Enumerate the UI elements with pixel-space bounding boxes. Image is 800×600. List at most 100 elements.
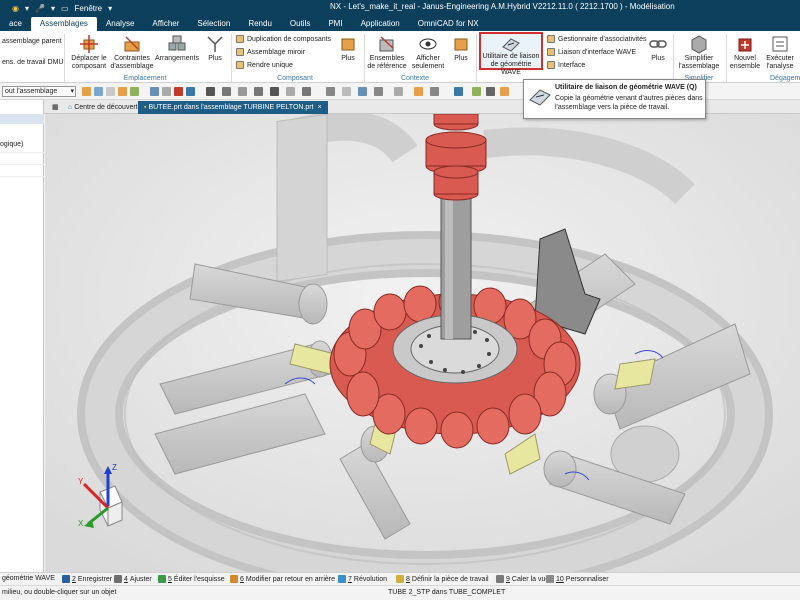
cmd-personnaliser[interactable]: 10 Personnaliser <box>546 575 609 583</box>
snap-point-icon[interactable] <box>286 87 295 96</box>
microphone-icon[interactable]: 🎤 <box>35 4 45 13</box>
snap-point-icon[interactable] <box>270 87 279 96</box>
assemblage-parent-item[interactable]: assemblage parent <box>2 38 62 45</box>
recent-commands-bar: géométrie WAVE 2 Enregistrer 4 Ajuster 5 Éd… <box>0 572 800 585</box>
tab-ace[interactable]: ace <box>0 17 31 31</box>
filter-icon[interactable] <box>82 87 91 96</box>
snap-point-icon[interactable] <box>222 87 231 96</box>
arrangements-button[interactable]: Arrangements <box>154 34 200 63</box>
point-icon[interactable] <box>130 87 139 96</box>
assemblage-miroir-button[interactable]: Assemblage miroir <box>236 48 305 56</box>
view-icon[interactable] <box>150 87 159 96</box>
navigator-row[interactable] <box>0 176 44 185</box>
graphics-viewport[interactable]: Z Y X <box>45 114 800 572</box>
contraintes-assemblage-button[interactable]: Contraintes d'assemblage <box>110 34 154 71</box>
cmd-definir-piece[interactable]: 8 Définir la pièce de travail <box>396 575 489 583</box>
app-icon[interactable]: ◉ <box>12 4 19 13</box>
cmd-caler-vue[interactable]: 9 Caler la vue <box>496 575 549 583</box>
plus-button-contexte[interactable]: Plus <box>448 34 474 63</box>
window-title: NX - Let's_make_it_real - Janus-Engineer… <box>330 2 675 11</box>
chevron-down-icon: ▾ <box>70 88 74 95</box>
tab-butee-part[interactable]: ▪ BUTEE.prt dans l'assemblage TURBINE PE… <box>138 101 328 114</box>
plus-button-composant[interactable]: Plus <box>334 34 362 63</box>
simplifier-assemblage-button[interactable]: Simplifier l'assemblage <box>676 34 722 71</box>
nouvel-ensemble-button[interactable]: Nouvel ensemble <box>728 34 762 71</box>
tab-afficher[interactable]: Afficher <box>143 17 188 31</box>
selection-scope-select[interactable]: out l'assemblage ▾ <box>2 86 76 97</box>
executer-analyse-button[interactable]: Exécuter l'analyse <box>762 34 798 71</box>
tab-selection[interactable]: Sélection <box>188 17 239 31</box>
render-icon[interactable] <box>342 87 351 96</box>
cmd-editer-esquisse[interactable]: 5 Éditer l'esquisse <box>158 575 225 583</box>
deplacer-composant-button[interactable]: Déplacer le composant <box>68 34 110 71</box>
view-orientation-icon[interactable] <box>394 87 403 96</box>
ribbon-separator <box>673 34 674 82</box>
plus-button-wave[interactable]: Plus <box>645 34 671 63</box>
snap-point-icon[interactable] <box>254 87 263 96</box>
more-icon <box>454 38 468 51</box>
navigator-panel: ogique) <box>0 100 44 572</box>
view-icon[interactable] <box>174 87 183 96</box>
ens-travail-dmu-item[interactable]: ens. de travail DMU <box>2 59 63 66</box>
part-icon[interactable] <box>430 87 439 96</box>
plus-button-emplacement[interactable]: Plus <box>202 34 228 63</box>
cmd-enregistrer[interactable]: 2 Enregistrer <box>62 575 112 583</box>
interface-button[interactable]: Interface <box>547 61 585 69</box>
part-icon[interactable] <box>414 87 423 96</box>
tab-outils[interactable]: Outils <box>281 17 319 31</box>
pencil-icon[interactable] <box>472 87 481 96</box>
group-label-composant: Composant <box>277 75 313 82</box>
dropdown-icon[interactable]: ▾ <box>108 4 112 13</box>
unique-icon <box>236 61 244 69</box>
snap-point-icon[interactable] <box>206 87 215 96</box>
tab-analyse[interactable]: Analyse <box>97 17 143 31</box>
cmd-modifier-retour[interactable]: 6 Modifier par retour en arrière <box>230 575 335 583</box>
dropdown-icon[interactable]: ▾ <box>51 4 55 13</box>
render-icon[interactable] <box>374 87 383 96</box>
snap-point-icon[interactable] <box>302 87 311 96</box>
gestionnaire-associativites-button[interactable]: Gestionnaire d'associativités <box>547 35 647 43</box>
line-icon[interactable] <box>486 87 495 96</box>
navigator-row[interactable] <box>0 152 44 161</box>
snap-icon[interactable] <box>106 87 115 96</box>
tool-icon[interactable] <box>500 87 509 96</box>
cmd-geometrie-wave[interactable]: géométrie WAVE <box>2 575 55 582</box>
cmd-ajuster[interactable]: 4 Ajuster <box>114 575 152 583</box>
tab-centre-decouverte[interactable]: ⌂ Centre de découverte <box>62 101 148 114</box>
render-icon[interactable] <box>358 87 367 96</box>
part-icon: ▪ <box>144 104 147 111</box>
view-icon[interactable] <box>162 87 171 96</box>
component-icon[interactable] <box>118 87 127 96</box>
duplication-composants-button[interactable]: Duplication de composants <box>236 35 331 43</box>
tab-application[interactable]: Application <box>352 17 409 31</box>
tab-assemblages[interactable]: Assemblages <box>30 17 97 31</box>
liaison-interface-wave-button[interactable]: Liaison d'interface WAVE <box>547 48 636 56</box>
select-icon[interactable] <box>94 87 103 96</box>
menu-bar: ace Assemblages Analyse Afficher Sélecti… <box>0 16 800 31</box>
dropdown-icon[interactable]: ▾ <box>25 4 29 13</box>
window-menu[interactable]: Fenêtre <box>75 4 103 13</box>
tab-omnicad[interactable]: OmniCAD for NX <box>409 17 488 31</box>
snap-point-icon[interactable] <box>238 87 247 96</box>
analysis-icon <box>772 36 788 52</box>
tab-rendu[interactable]: Rendu <box>239 17 281 31</box>
wave-geometry-linker-button[interactable]: Utilitaire de liaison de géométrie WAVE <box>479 32 543 76</box>
nx-application-window: ◉ ▾ 🎤 ▾ ▭ Fenêtre ▾ NX - Let's_make_it_r… <box>0 0 800 600</box>
interface-icon <box>547 61 555 69</box>
axis-triad[interactable]: Z Y X <box>70 462 140 532</box>
view-icon[interactable] <box>186 87 195 96</box>
close-icon[interactable]: × <box>318 104 322 111</box>
ribbon-separator <box>476 34 477 82</box>
rendre-unique-button[interactable]: Rendre unique <box>236 61 293 69</box>
group-label-emplacement: Emplacement <box>123 75 167 82</box>
navigator-row[interactable]: ogique) <box>0 140 44 149</box>
pointer-icon[interactable] <box>454 87 463 96</box>
ribbon-separator <box>231 34 232 82</box>
ensembles-reference-button[interactable]: Ensembles de référence <box>366 34 408 71</box>
render-icon[interactable] <box>326 87 335 96</box>
navigator-row[interactable] <box>0 164 44 173</box>
window-icon[interactable]: ▭ <box>61 4 69 13</box>
afficher-seulement-button[interactable]: Afficher seulement <box>408 34 448 71</box>
tab-pmi[interactable]: PMI <box>319 17 351 31</box>
cmd-revolution[interactable]: 7 Révolution <box>338 575 387 583</box>
